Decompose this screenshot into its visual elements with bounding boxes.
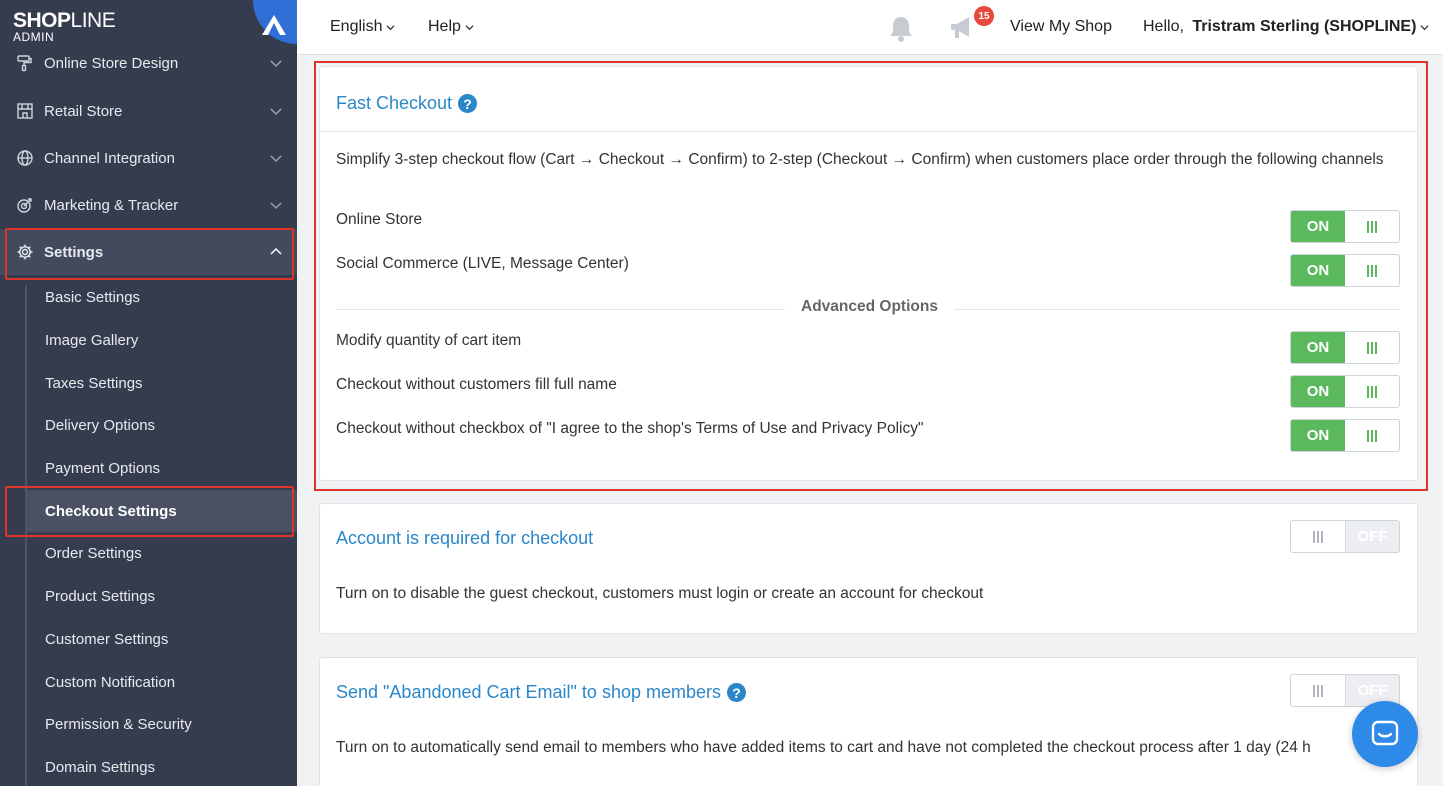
fast-checkout-highlight [314, 61, 1428, 491]
sidebar-item-label: Channel Integration [44, 149, 175, 167]
chevron-down-icon [270, 155, 282, 163]
store-icon [15, 101, 35, 121]
bell-icon[interactable] [888, 15, 914, 43]
sidebar-item-label: Online Store Design [44, 54, 179, 72]
toggle-grip-icon [1291, 675, 1345, 706]
account-required-title: Account is required for checkout [336, 528, 594, 548]
shopline-mark-icon [253, 0, 297, 44]
globe-icon [15, 148, 35, 168]
sidebar-subitem-product-settings[interactable]: Product Settings [27, 575, 297, 617]
checkout-settings-highlight [5, 486, 294, 537]
chevron-down-icon [270, 202, 282, 210]
abandoned-cart-card [319, 657, 1418, 786]
view-my-shop-link[interactable]: View My Shop [1010, 18, 1112, 36]
greeting-label: Hello, [1143, 18, 1189, 35]
chat-icon [1371, 720, 1399, 746]
sidebar-subitem-custom-notification[interactable]: Custom Notification [27, 661, 297, 703]
help-label: Help [428, 18, 461, 35]
user-name: Tristram Sterling (SHOPLINE) [1192, 18, 1417, 35]
abandoned-cart-title: Send "Abandoned Cart Email" to shop memb… [336, 682, 746, 703]
toggle-grip-icon [1291, 521, 1345, 552]
help-dropdown[interactable]: Help [428, 18, 474, 36]
sidebar-subitem-basic-settings[interactable]: Basic Settings [27, 276, 297, 318]
chevron-down-icon [270, 108, 282, 116]
paint-roller-icon [15, 53, 35, 73]
language-dropdown[interactable]: English [330, 18, 396, 36]
sidebar-item-online-store-design[interactable]: Online Store Design [0, 40, 297, 86]
target-icon [15, 195, 35, 215]
sidebar-subitem-customer-settings[interactable]: Customer Settings [27, 618, 297, 660]
sidebar-item-label: Retail Store [44, 102, 123, 120]
notification-count-badge: 15 [974, 6, 994, 26]
sidebar: SHOPLINE ADMIN Online Store Design Retai… [0, 0, 297, 786]
logo-light: LINE [70, 9, 116, 32]
sidebar-item-channel-integration[interactable]: Channel Integration [0, 135, 297, 181]
abandoned-cart-description: Turn on to automatically send email to m… [336, 739, 1311, 756]
top-bar: English Help 15 View My Shop Hello, Tris… [297, 0, 1443, 55]
language-label: English [330, 18, 383, 35]
help-icon[interactable]: ? [727, 683, 746, 702]
account-required-card [319, 503, 1418, 634]
account-required-toggle[interactable]: OFF [1290, 520, 1400, 553]
logo-bold: SHOP [13, 9, 71, 32]
sidebar-subitem-delivery-options[interactable]: Delivery Options [27, 404, 297, 446]
sidebar-item-label: Marketing & Tracker [44, 196, 179, 214]
sidebar-subitem-payment-options[interactable]: Payment Options [27, 447, 297, 489]
sidebar-subitem-domain-settings[interactable]: Domain Settings [27, 746, 297, 786]
chat-launcher-button[interactable] [1352, 701, 1418, 767]
chevron-down-icon [270, 60, 282, 68]
toggle-off-label: OFF [1344, 521, 1399, 552]
account-required-description: Turn on to disable the guest checkout, c… [336, 585, 984, 602]
sidebar-subitem-order-settings[interactable]: Order Settings [27, 532, 297, 574]
sidebar-item-retail-store[interactable]: Retail Store [0, 88, 297, 134]
abandoned-cart-title-text: Send "Abandoned Cart Email" to shop memb… [336, 682, 721, 702]
settings-highlight [5, 228, 294, 280]
sidebar-subitem-permission-security[interactable]: Permission & Security [27, 703, 297, 745]
chevron-down-icon [1420, 24, 1429, 30]
sidebar-subitem-image-gallery[interactable]: Image Gallery [27, 319, 297, 361]
user-menu[interactable]: Hello, Tristram Sterling (SHOPLINE) [1143, 18, 1429, 36]
sidebar-subitem-taxes-settings[interactable]: Taxes Settings [27, 362, 297, 404]
chevron-down-icon [465, 24, 474, 30]
chevron-down-icon [386, 24, 396, 30]
sidebar-item-marketing-tracker[interactable]: Marketing & Tracker [0, 182, 297, 228]
